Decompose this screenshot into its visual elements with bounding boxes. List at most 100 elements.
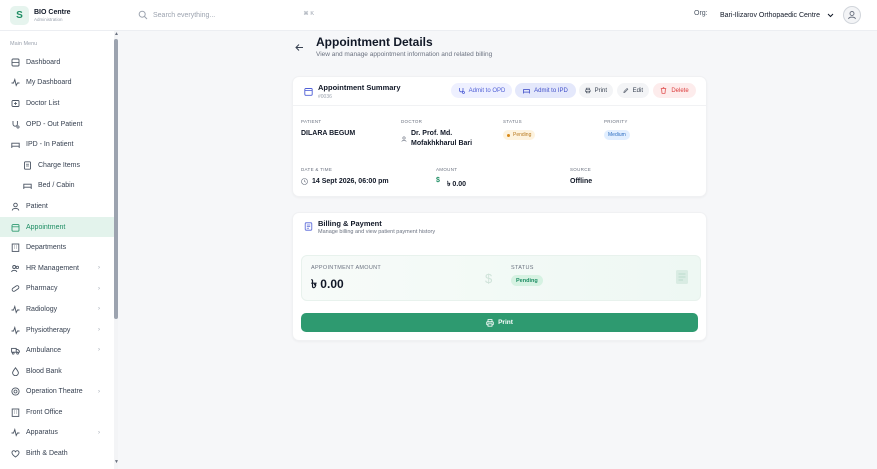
billing-status-label: STATUS — [511, 265, 534, 271]
sidebar-item-label: My Dashboard — [26, 79, 72, 87]
sidebar-item-charge-items[interactable]: Charge Items — [0, 155, 112, 176]
sidebar-item-label: Operation Theatre — [26, 388, 83, 396]
billing-status-badge: Pending — [511, 275, 543, 286]
sidebar-item-label: Dashboard — [26, 58, 61, 66]
bed-icon — [11, 142, 20, 149]
sidebar-item-apparatus[interactable]: Apparatus › — [0, 423, 112, 444]
page-subtitle: View and manage appointment information … — [316, 51, 493, 58]
activity-icon — [11, 304, 20, 314]
scroll-up-arrow[interactable]: ▲ — [114, 31, 119, 37]
chevron-right-icon: › — [98, 285, 100, 292]
source-value: Offline — [570, 178, 593, 185]
sidebar-item-doctor-list[interactable]: Doctor List — [0, 93, 112, 114]
brand-logo: S — [10, 6, 29, 25]
sidebar-item-label: Departments — [26, 244, 67, 252]
menu-title: Main Menu — [10, 41, 38, 47]
sidebar-item-label: IPD - In Patient — [26, 141, 74, 149]
sidebar-item-label: Pharmacy — [26, 285, 58, 293]
brand-subtitle: Administration — [34, 17, 63, 22]
printer-icon — [486, 318, 494, 327]
appointment-amount-value: ৳ 0.00 — [311, 277, 344, 291]
dollar-icon: $ — [485, 271, 493, 286]
search-input[interactable]: Search everything... ⌘ K — [138, 8, 314, 22]
appointment-summary-card: Appointment Summary #0036 Admit to OPD A… — [292, 76, 707, 197]
scrollbar-thumb[interactable] — [114, 39, 118, 319]
print-button[interactable]: Print — [579, 83, 613, 98]
bed-icon — [23, 184, 32, 190]
doctor-icon — [11, 100, 20, 107]
delete-button[interactable]: Delete — [653, 83, 696, 98]
sidebar: Main Menu Dashboard My Dashboard Doctor Li… — [0, 31, 119, 469]
drop-icon — [12, 366, 19, 376]
activity-icon — [11, 325, 20, 335]
chevron-right-icon: › — [98, 347, 100, 354]
sidebar-item-label: Ambulance — [26, 347, 62, 355]
sidebar-item-appointment[interactable]: Appointment — [0, 216, 117, 238]
admit-ipd-button[interactable]: Admit to IPD — [515, 83, 576, 98]
avatar[interactable] — [843, 6, 861, 24]
sidebar-item-birth-death[interactable]: Birth & Death — [0, 443, 112, 464]
doctor-name-line2: Mofakhkharul Bari — [411, 140, 473, 147]
sidebar-item-label: Bed / Cabin — [38, 182, 75, 190]
sidebar-item-label: Front Office — [26, 408, 63, 416]
appointment-id: #0036 — [318, 94, 332, 100]
doctor-label: DOCTOR — [401, 119, 423, 124]
activity-icon — [11, 428, 20, 438]
calendar-icon — [304, 88, 313, 96]
admit-opd-button[interactable]: Admit to OPD — [451, 83, 512, 98]
sidebar-item-label: Apparatus — [26, 429, 58, 437]
org-select[interactable]: Bari-Ilizarov Orthopaedic Centre — [716, 6, 838, 24]
activity-icon — [11, 78, 20, 88]
edit-button[interactable]: Edit — [617, 83, 649, 98]
search-icon — [138, 10, 148, 20]
brand[interactable]: S BIO Centre Administration — [10, 6, 71, 25]
document-icon — [676, 270, 688, 284]
delete-label: Delete — [671, 87, 689, 94]
trash-icon — [661, 87, 667, 94]
source-label: SOURCE — [570, 167, 592, 172]
sidebar-item-physiotherapy[interactable]: Physiotherapy › — [0, 320, 112, 341]
sidebar-item-my-dashboard[interactable]: My Dashboard — [0, 73, 112, 94]
target-icon — [11, 387, 20, 396]
sidebar-item-dashboard[interactable]: Dashboard — [0, 52, 112, 73]
sidebar-item-radiology[interactable]: Radiology › — [0, 299, 112, 320]
amount-label: AMOUNT — [436, 167, 458, 172]
sidebar-item-ipd-in-patient[interactable]: IPD - In Patient — [0, 134, 112, 155]
sidebar-item-operation-theatre[interactable]: Operation Theatre › — [0, 382, 112, 403]
chevron-right-icon: › — [98, 429, 100, 436]
datetime-value: 14 Sept 2026, 06:00 pm — [312, 178, 389, 185]
scroll-down-arrow[interactable]: ▼ — [114, 459, 119, 465]
chevron-down-icon — [827, 13, 834, 17]
building-icon — [11, 408, 20, 417]
admit-ipd-label: Admit to IPD — [534, 87, 568, 94]
sidebar-item-pharmacy[interactable]: Pharmacy › — [0, 279, 112, 300]
receipt-icon — [24, 161, 31, 170]
sidebar-item-ambulance[interactable]: Ambulance › — [0, 340, 112, 361]
clock-icon — [301, 178, 308, 185]
sidebar-item-blood-bank[interactable]: Blood Bank — [0, 361, 112, 382]
patient-value: DILARA BEGUM — [301, 130, 356, 137]
printer-icon — [585, 87, 591, 94]
pencil-icon — [623, 88, 629, 93]
dashboard-icon — [11, 58, 20, 67]
sidebar-item-hr-management[interactable]: HR Management › — [0, 258, 112, 279]
billing-summary-box: APPOINTMENT AMOUNT ৳ 0.00 $ STATUS Pendi… — [301, 255, 701, 301]
bed-icon — [523, 89, 530, 94]
back-button[interactable] — [293, 41, 305, 53]
sidebar-item-patient[interactable]: Patient — [0, 196, 112, 217]
search-shortcut: ⌘ K — [303, 11, 314, 17]
sidebar-item-front-office[interactable]: Front Office — [0, 402, 112, 423]
sidebar-item-label: Birth & Death — [26, 450, 68, 458]
billing-print-label: Print — [498, 319, 513, 326]
sidebar-item-bed-cabin[interactable]: Bed / Cabin — [0, 176, 112, 197]
chevron-right-icon: › — [98, 264, 100, 271]
sidebar-item-departments[interactable]: Departments — [0, 237, 112, 258]
users-icon — [11, 264, 19, 272]
sidebar-item-label: HR Management — [26, 264, 79, 272]
edit-label: Edit — [632, 87, 643, 94]
org-label: Org: — [694, 10, 708, 17]
sidebar-item-label: OPD - Out Patient — [26, 120, 83, 128]
chevron-right-icon: › — [98, 326, 100, 333]
billing-print-button[interactable]: Print — [301, 313, 698, 332]
sidebar-item-opd-out-patient[interactable]: OPD - Out Patient — [0, 114, 112, 135]
